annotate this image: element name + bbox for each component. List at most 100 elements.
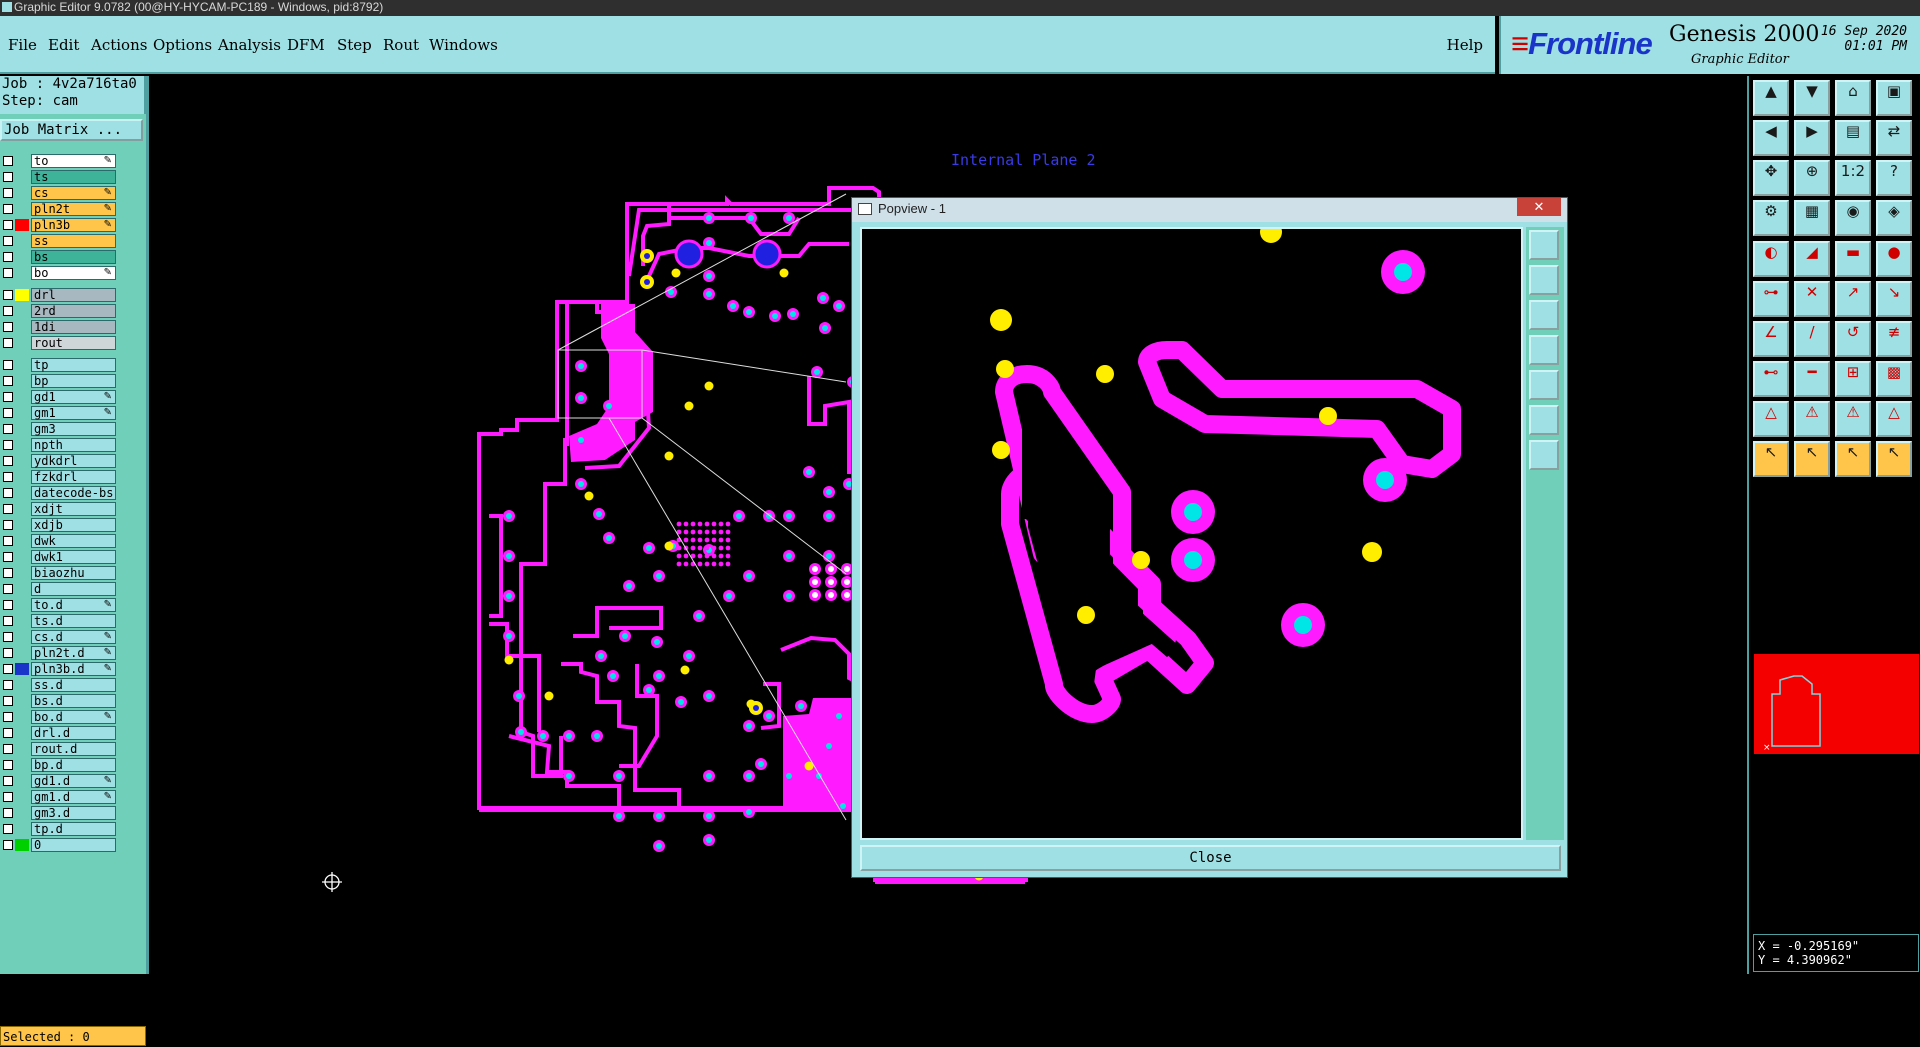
layer-row[interactable]: dwk1 (0, 549, 118, 564)
menu-dfm[interactable]: DFM (287, 36, 325, 54)
layer-name[interactable]: 2rd (31, 304, 116, 318)
select-net-button[interactable]: ↖ (1876, 441, 1912, 477)
layer-checkbox[interactable] (3, 360, 13, 370)
camera-button[interactable]: ◐ (1753, 241, 1789, 277)
layer-name[interactable]: ydkdrl (31, 454, 116, 468)
layer-row[interactable]: to ✎ (0, 153, 118, 168)
layer-checkbox[interactable] (3, 504, 13, 514)
layer-checkbox[interactable] (3, 680, 13, 690)
close-window-button[interactable]: ✕ (1517, 198, 1561, 216)
mini-map[interactable]: × (1754, 654, 1919, 754)
layer-row[interactable]: gm1 ✎ (0, 405, 118, 420)
menu-actions[interactable]: Actions (91, 36, 147, 54)
layer-checkbox[interactable] (3, 632, 13, 642)
select-button[interactable]: ↖ (1753, 441, 1789, 477)
layer-checkbox[interactable] (3, 376, 13, 386)
layer-name[interactable]: gm1 ✎ (31, 406, 116, 420)
layer-checkbox[interactable] (3, 776, 13, 786)
layer-name[interactable]: gd1 ✎ (31, 390, 116, 404)
matrix-button[interactable]: ▩ (1876, 361, 1912, 397)
layer-checkbox[interactable] (3, 808, 13, 818)
layer-checkbox[interactable] (3, 536, 13, 546)
layer-checkbox[interactable] (3, 172, 13, 182)
circle-button[interactable]: ● (1876, 241, 1912, 277)
layer-checkbox[interactable] (3, 424, 13, 434)
layer-name[interactable]: tp.d (31, 822, 116, 836)
menu-options[interactable]: Options (153, 36, 212, 54)
join-button[interactable]: ⊞ (1835, 361, 1871, 397)
layer-name[interactable]: xdjb (31, 518, 116, 532)
layer-checkbox[interactable] (3, 204, 13, 214)
layer-name[interactable]: pln2t ✎ (31, 202, 116, 216)
layer-row[interactable]: dwk (0, 533, 118, 548)
layer-row[interactable]: ydkdrl (0, 453, 118, 468)
layer-name[interactable]: dwk1 (31, 550, 116, 564)
layer-row[interactable]: bo ✎ (0, 265, 118, 280)
layer-row[interactable]: xdjt (0, 501, 118, 516)
layer-checkbox[interactable] (3, 392, 13, 402)
layer-checkbox[interactable] (3, 220, 13, 230)
layer-row[interactable]: pln3b ✎ (0, 217, 118, 232)
layer-checkbox[interactable] (3, 236, 13, 246)
layer-name[interactable]: biaozhu (31, 566, 116, 580)
slope-button[interactable]: / (1794, 321, 1830, 357)
layer-row[interactable]: ts.d (0, 613, 118, 628)
layer-name[interactable]: gm3.d (31, 806, 116, 820)
layer-name[interactable]: to.d ✎ (31, 598, 116, 612)
layer-name[interactable]: bo ✎ (31, 266, 116, 280)
export-button[interactable]: ▶ (1794, 120, 1830, 156)
add-point-button[interactable]: ↗ (1835, 281, 1871, 317)
menu-edit[interactable]: Edit (48, 36, 79, 54)
arc-button[interactable]: ↺ (1835, 321, 1871, 357)
route-button[interactable]: ⊶ (1753, 281, 1789, 317)
layer-checkbox[interactable] (3, 824, 13, 834)
popview-pan-button[interactable] (1529, 335, 1559, 365)
layer-checkbox[interactable] (3, 156, 13, 166)
layer-name[interactable]: ts (31, 170, 116, 184)
popview-home-button[interactable] (1529, 370, 1559, 400)
layer-checkbox[interactable] (3, 664, 13, 674)
layer-row[interactable]: cs ✎ (0, 185, 118, 200)
layer-row[interactable]: pln3b.d ✎ (0, 661, 118, 676)
popview-fit-button[interactable] (1529, 230, 1559, 260)
drc-button[interactable]: ⚠ (1835, 401, 1871, 437)
layer-checkbox[interactable] (3, 792, 13, 802)
popview-close-button[interactable]: Close (860, 845, 1561, 871)
layer-name[interactable]: d (31, 582, 116, 596)
layer-row[interactable]: to.d ✎ (0, 597, 118, 612)
popview-expand-button[interactable] (1529, 405, 1559, 435)
layer-checkbox[interactable] (3, 408, 13, 418)
swap-button[interactable]: ⇄ (1876, 120, 1912, 156)
layer-row[interactable]: d (0, 581, 118, 596)
layer-name[interactable]: dwk (31, 534, 116, 548)
popview-zoom-in-button[interactable] (1529, 265, 1559, 295)
job-matrix-button[interactable]: Job Matrix ... (0, 119, 143, 141)
layer-row[interactable]: gm1.d ✎ (0, 789, 118, 804)
layer-checkbox[interactable] (3, 456, 13, 466)
layer-row[interactable]: tp.d (0, 821, 118, 836)
layer-row[interactable]: xdjb (0, 517, 118, 532)
layer-name[interactable]: bs.d (31, 694, 116, 708)
layer-name[interactable]: pln3b.d ✎ (31, 662, 116, 676)
layer-name[interactable]: gd1.d ✎ (31, 774, 116, 788)
layer-checkbox[interactable] (3, 760, 13, 770)
layer-checkbox[interactable] (3, 584, 13, 594)
layer-checkbox[interactable] (3, 488, 13, 498)
layer-checkbox[interactable] (3, 306, 13, 316)
layer-name[interactable]: cs.d ✎ (31, 630, 116, 644)
layer-name[interactable]: tp (31, 358, 116, 372)
layer-name[interactable]: pln2t.d ✎ (31, 646, 116, 660)
layer-name[interactable]: bo.d ✎ (31, 710, 116, 724)
layer-name[interactable]: bs (31, 250, 116, 264)
layer-checkbox[interactable] (3, 712, 13, 722)
settings-button[interactable]: ◈ (1876, 200, 1912, 236)
delete-point-button[interactable]: ↘ (1876, 281, 1912, 317)
layer-name[interactable]: datecode-bs (31, 486, 116, 500)
layer-row[interactable]: gm3.d (0, 805, 118, 820)
layer-checkbox[interactable] (3, 568, 13, 578)
layer-checkbox[interactable] (3, 744, 13, 754)
menu-analysis[interactable]: Analysis (218, 36, 281, 54)
layer-name[interactable]: to ✎ (31, 154, 116, 168)
layer-row[interactable]: ss (0, 233, 118, 248)
layer-name[interactable]: rout.d (31, 742, 116, 756)
